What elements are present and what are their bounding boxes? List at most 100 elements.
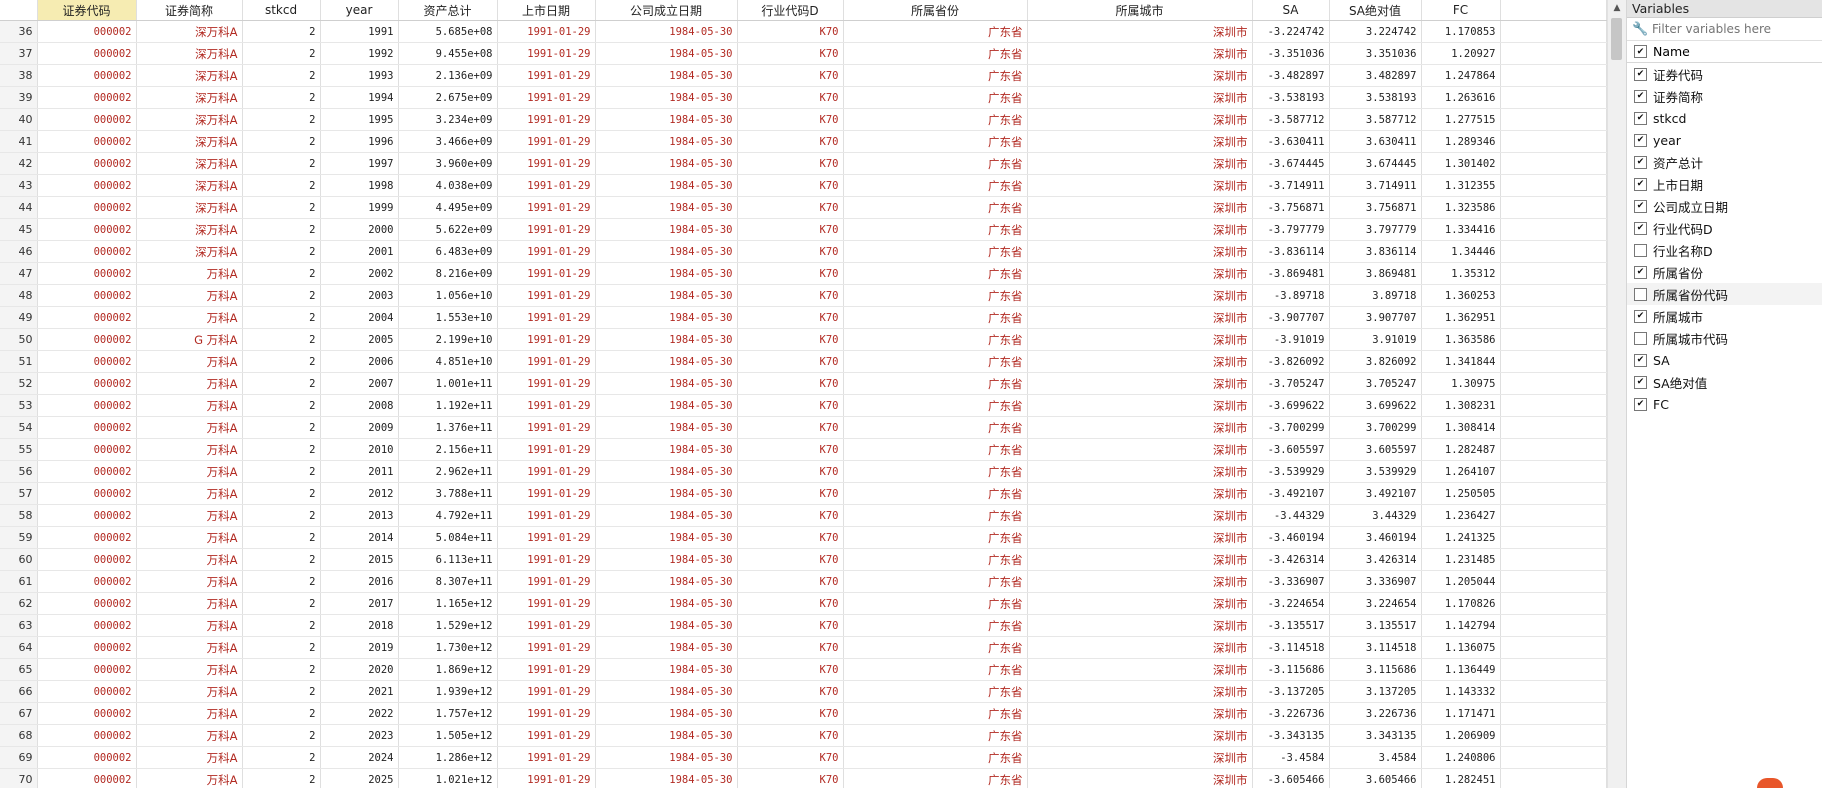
table-cell[interactable]: 广东省 — [843, 614, 1028, 637]
table-cell[interactable]: -3.460194 — [1252, 526, 1330, 549]
table-cell[interactable]: 1.264107 — [1421, 460, 1501, 483]
table-cell[interactable]: 1.142794 — [1421, 614, 1501, 637]
table-cell[interactable]: 万科A — [136, 460, 243, 483]
table-cell[interactable]: 2 — [242, 394, 321, 417]
table-cell[interactable]: -3.630411 — [1252, 130, 1330, 153]
table-row[interactable]: 51 000002 万科A 2 2006 4.851e+10 1991-01-29 1984-… — [0, 350, 1607, 373]
variable-item[interactable]: 上市日期 — [1627, 173, 1822, 195]
table-cell[interactable]: 1.143332 — [1421, 680, 1501, 703]
row-number[interactable]: 59 — [0, 526, 38, 549]
row-number[interactable]: 37 — [0, 42, 38, 65]
table-cell[interactable]: 1.341844 — [1421, 350, 1501, 373]
table-row[interactable]: 44 000002 深万科A 2 1999 4.495e+09 1991-01-29 1984… — [0, 196, 1607, 219]
table-cell[interactable]: 1.505e+12 — [398, 724, 498, 747]
table-cell[interactable]: 深万科A — [136, 240, 243, 263]
table-cell[interactable]: 1984-05-30 — [595, 438, 738, 461]
table-cell[interactable]: -3.114518 — [1252, 636, 1330, 659]
variables-name-header[interactable]: Name — [1627, 41, 1822, 63]
table-cell[interactable]: 1984-05-30 — [595, 372, 738, 395]
table-cell[interactable]: 000002 — [37, 218, 137, 241]
table-cell[interactable]: K70 — [737, 592, 844, 615]
table-cell[interactable]: 1991-01-29 — [497, 570, 596, 593]
table-cell[interactable]: 1991-01-29 — [497, 394, 596, 417]
table-cell[interactable]: 1991-01-29 — [497, 636, 596, 659]
table-cell[interactable]: 深圳市 — [1027, 482, 1253, 505]
table-cell[interactable]: 1984-05-30 — [595, 240, 738, 263]
table-cell[interactable]: 1984-05-30 — [595, 680, 738, 703]
table-row[interactable]: 66 000002 万科A 2 2021 1.939e+12 1991-01-29 1984-… — [0, 680, 1607, 703]
table-cell[interactable]: 广东省 — [843, 328, 1028, 351]
table-cell[interactable]: 深圳市 — [1027, 350, 1253, 373]
table-cell[interactable]: 3.234e+09 — [398, 108, 498, 131]
table-cell[interactable]: 1984-05-30 — [595, 416, 738, 439]
table-cell[interactable]: 万科A — [136, 372, 243, 395]
table-cell[interactable]: K70 — [737, 438, 844, 461]
table-cell[interactable]: 万科A — [136, 570, 243, 593]
table-cell[interactable]: 2 — [242, 504, 321, 527]
table-cell[interactable]: 1.171471 — [1421, 702, 1501, 725]
table-cell[interactable]: 广东省 — [843, 20, 1028, 43]
table-cell[interactable]: 2019 — [320, 636, 399, 659]
row-number[interactable]: 61 — [0, 570, 38, 593]
table-cell[interactable]: 1.136075 — [1421, 636, 1501, 659]
table-cell[interactable]: -3.826092 — [1252, 350, 1330, 373]
table-cell[interactable]: -3.44329 — [1252, 504, 1330, 527]
row-number[interactable]: 60 — [0, 548, 38, 571]
table-cell[interactable]: 1999 — [320, 196, 399, 219]
row-number[interactable]: 51 — [0, 350, 38, 373]
table-cell[interactable]: K70 — [737, 504, 844, 527]
row-number[interactable]: 57 — [0, 482, 38, 505]
row-number[interactable]: 70 — [0, 768, 38, 788]
table-cell[interactable]: 深圳市 — [1027, 724, 1253, 747]
table-cell[interactable]: -3.135517 — [1252, 614, 1330, 637]
variable-checkbox[interactable] — [1634, 89, 1647, 103]
table-cell[interactable]: 深万科A — [136, 218, 243, 241]
table-cell[interactable]: 深圳市 — [1027, 636, 1253, 659]
table-cell[interactable]: 广东省 — [843, 636, 1028, 659]
variable-checkbox[interactable] — [1634, 265, 1647, 279]
table-cell[interactable]: K70 — [737, 130, 844, 153]
row-number[interactable]: 69 — [0, 746, 38, 769]
table-cell[interactable]: 1984-05-30 — [595, 262, 738, 285]
table-cell[interactable]: 万科A — [136, 548, 243, 571]
variable-checkbox[interactable] — [1634, 67, 1647, 81]
table-cell[interactable]: 1984-05-30 — [595, 482, 738, 505]
table-cell[interactable]: K70 — [737, 42, 844, 65]
row-number[interactable]: 54 — [0, 416, 38, 439]
table-cell[interactable]: K70 — [737, 636, 844, 659]
table-cell[interactable]: 000002 — [37, 636, 137, 659]
table-cell[interactable]: 3.4584 — [1329, 746, 1422, 769]
table-cell[interactable]: 1993 — [320, 64, 399, 87]
table-cell[interactable]: 2 — [242, 240, 321, 263]
table-cell[interactable]: -3.351036 — [1252, 42, 1330, 65]
table-cell[interactable]: 1991-01-29 — [497, 548, 596, 571]
table-cell[interactable]: -3.587712 — [1252, 108, 1330, 131]
table-cell[interactable]: 1.869e+12 — [398, 658, 498, 681]
table-cell[interactable]: 000002 — [37, 416, 137, 439]
table-cell[interactable]: 广东省 — [843, 196, 1028, 219]
table-cell[interactable]: K70 — [737, 350, 844, 373]
table-cell[interactable]: 000002 — [37, 460, 137, 483]
table-cell[interactable]: 1.757e+12 — [398, 702, 498, 725]
column-header[interactable]: SA绝对值 — [1329, 0, 1422, 21]
table-row[interactable]: 50 000002 G 万科A 2 2005 2.199e+10 1991-01-29 198… — [0, 328, 1607, 351]
row-number[interactable]: 36 — [0, 20, 38, 43]
table-cell[interactable]: K70 — [737, 394, 844, 417]
table-cell[interactable]: 深万科A — [136, 42, 243, 65]
table-row[interactable]: 49 000002 万科A 2 2004 1.553e+10 1991-01-29 1984-… — [0, 306, 1607, 329]
table-cell[interactable]: 1991-01-29 — [497, 218, 596, 241]
table-cell[interactable]: 广东省 — [843, 108, 1028, 131]
table-cell[interactable]: 000002 — [37, 592, 137, 615]
table-cell[interactable]: G 万科A — [136, 328, 243, 351]
table-cell[interactable]: -3.224654 — [1252, 592, 1330, 615]
table-cell[interactable]: 1984-05-30 — [595, 658, 738, 681]
table-cell[interactable]: 深圳市 — [1027, 196, 1253, 219]
column-header[interactable]: FC — [1421, 0, 1501, 21]
table-row[interactable]: 56 000002 万科A 2 2011 2.962e+11 1991-01-29 1984-… — [0, 460, 1607, 483]
table-cell[interactable]: 广东省 — [843, 174, 1028, 197]
variable-checkbox[interactable] — [1634, 243, 1647, 257]
table-cell[interactable]: 1991-01-29 — [497, 526, 596, 549]
table-cell[interactable]: 万科A — [136, 350, 243, 373]
table-cell[interactable]: 2 — [242, 196, 321, 219]
table-cell[interactable]: 1991-01-29 — [497, 614, 596, 637]
